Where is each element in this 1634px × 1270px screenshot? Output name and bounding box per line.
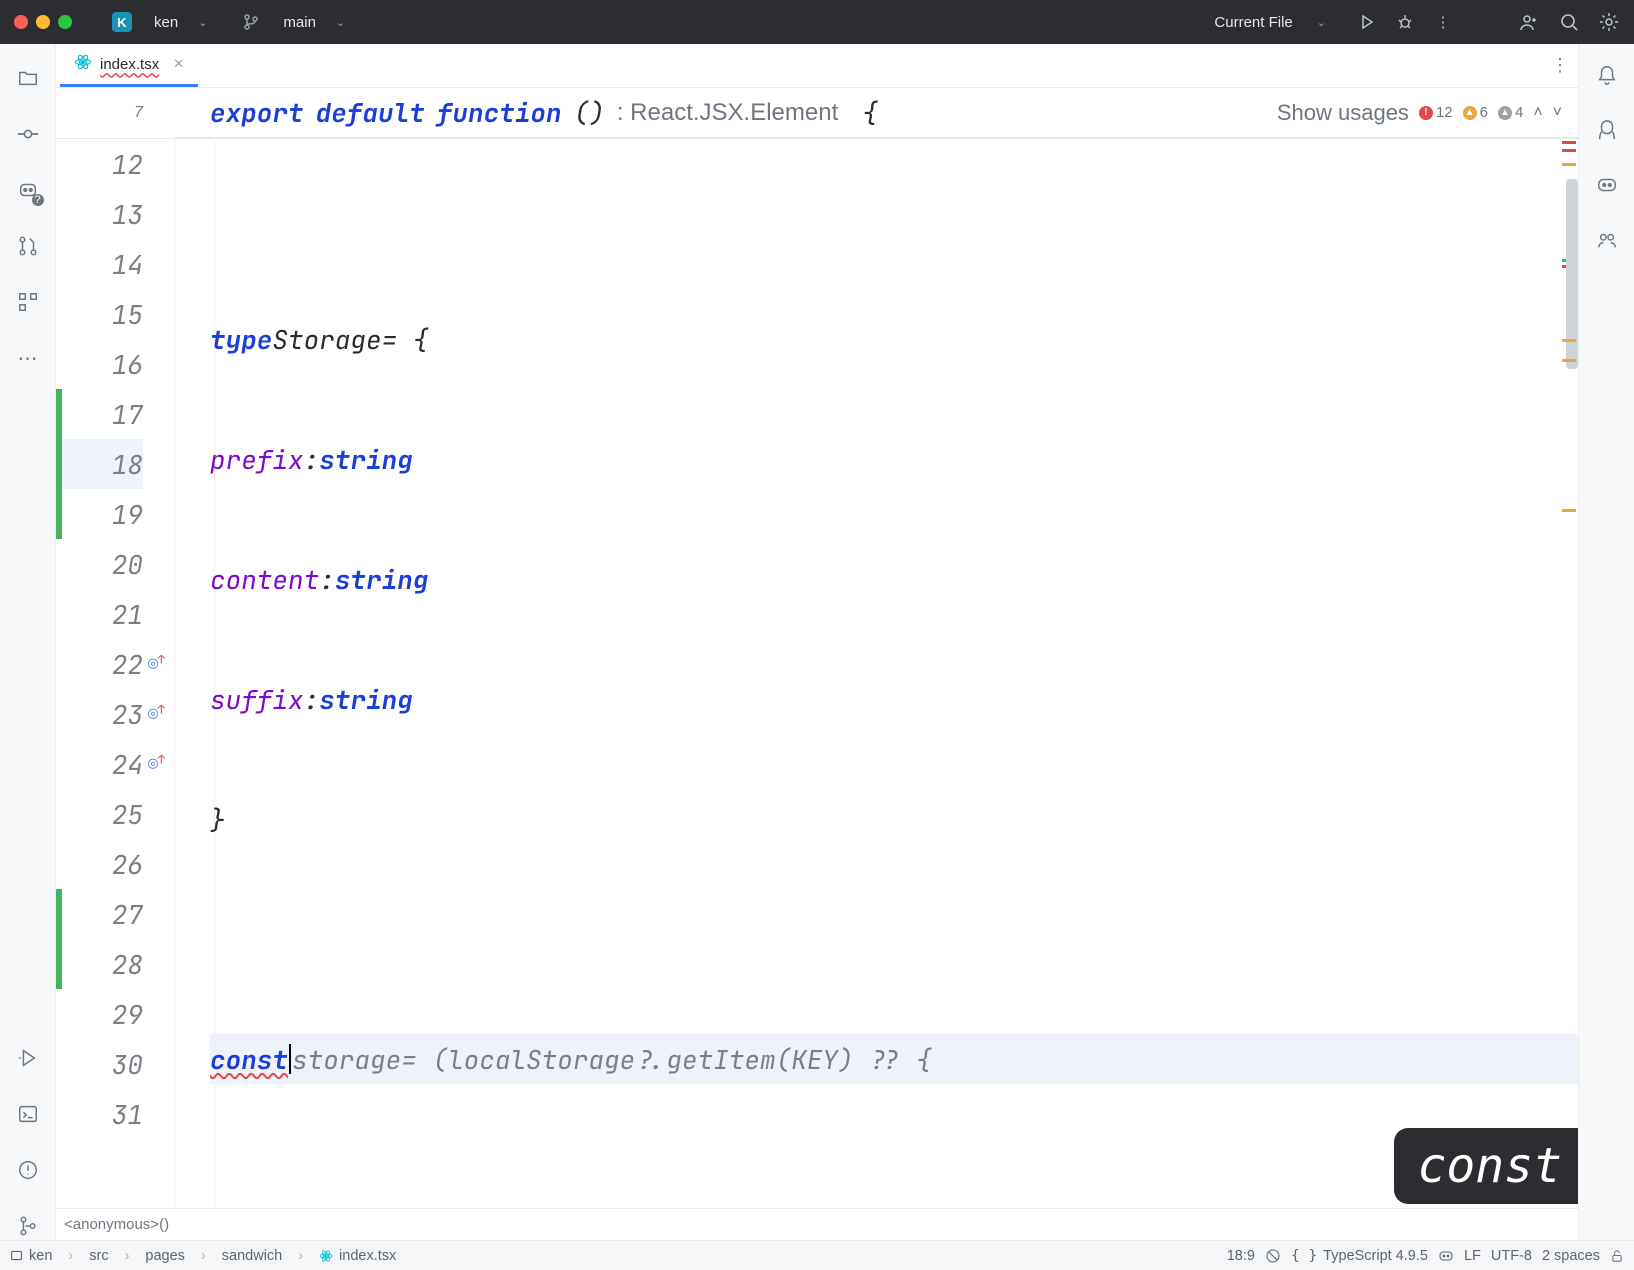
path-segment[interactable]: pages — [145, 1248, 185, 1264]
readonly-toggle-icon[interactable] — [1265, 1248, 1281, 1264]
copilot-icon[interactable] — [1596, 174, 1618, 201]
caret-position[interactable]: 18:9 — [1227, 1248, 1255, 1264]
project-chevron-icon[interactable]: ⌄ — [198, 16, 207, 29]
project-badge[interactable]: K — [112, 12, 132, 32]
vcs-tool-icon[interactable] — [14, 1212, 42, 1240]
vcs-branch-name[interactable]: main — [283, 14, 316, 31]
prev-highlight-icon[interactable]: ˄ — [1533, 104, 1542, 122]
indent-status[interactable]: 2 spaces — [1542, 1248, 1600, 1264]
debug-icon[interactable] — [1394, 11, 1416, 33]
run-icon[interactable] — [1356, 11, 1378, 33]
path-segment[interactable]: ken — [10, 1248, 52, 1264]
project-tool-icon[interactable] — [14, 64, 42, 92]
code-editor[interactable]: type Storage = { prefix: string content:… — [174, 139, 1578, 1208]
left-tool-strip: ? ⋯ — [0, 44, 56, 1240]
vcs-branch-icon[interactable] — [243, 14, 259, 30]
parens: () — [574, 95, 605, 130]
kw-export: export — [210, 95, 304, 130]
structure-tool-icon[interactable] — [14, 288, 42, 316]
text-caret — [289, 1044, 291, 1074]
weak-warnings-badge[interactable]: ▲4 — [1498, 104, 1523, 121]
add-user-icon[interactable] — [1518, 11, 1540, 33]
branch-chevron-icon[interactable]: ⌄ — [336, 16, 345, 29]
warnings-badge[interactable]: ▲6 — [1463, 104, 1488, 121]
ai-assistant-icon[interactable] — [1596, 119, 1618, 146]
context-breadcrumb[interactable]: <anonymous>() — [56, 1208, 1578, 1240]
close-window-icon[interactable] — [14, 15, 28, 29]
kw-default: default — [316, 95, 425, 130]
copilot-tool-icon[interactable]: ? — [14, 176, 42, 204]
line-separator[interactable]: LF — [1464, 1248, 1481, 1264]
statusbar: ken src pages sandwich index.tsx 18:9 { … — [0, 1240, 1634, 1270]
tab-label: index.tsx — [100, 56, 159, 73]
show-usages-link[interactable]: Show usages — [1277, 100, 1409, 126]
window-traffic-lights — [14, 15, 72, 29]
run-tool-icon[interactable] — [14, 1044, 42, 1072]
sticky-line-number: 7 — [134, 104, 143, 122]
ai-suggestion-icon[interactable]: ◎↑ — [148, 754, 165, 775]
close-tab-icon[interactable]: ✕ — [173, 56, 184, 72]
path-segment[interactable]: sandwich — [222, 1248, 282, 1264]
terminal-tool-icon[interactable] — [14, 1100, 42, 1128]
inline-completion-tooltip: const — [1394, 1128, 1579, 1204]
project-name[interactable]: ken — [154, 14, 178, 31]
errors-badge[interactable]: !12 — [1419, 104, 1453, 121]
error-stripe[interactable] — [1560, 139, 1578, 1208]
more-tools-icon[interactable]: ⋯ — [14, 344, 42, 372]
run-configuration[interactable]: Current File — [1214, 14, 1292, 31]
ai-suggestion-icon[interactable]: ◎↑ — [148, 704, 165, 725]
pull-requests-tool-icon[interactable] — [14, 232, 42, 260]
tab-index-tsx[interactable]: index.tsx ✕ — [60, 44, 198, 87]
brace-open: { — [862, 95, 878, 130]
minimize-window-icon[interactable] — [36, 15, 50, 29]
path-segment[interactable]: src — [89, 1248, 108, 1264]
notifications-icon[interactable] — [1596, 64, 1618, 91]
ai-suggestion-icon[interactable]: ◎↑ — [148, 654, 165, 675]
return-type-hint: : React.JSX.Element — [617, 99, 838, 127]
editor-gutter[interactable]: 12 13 14 15 16 17 18 19 20 21 22 ◎↑ 23 ◎… — [56, 139, 174, 1208]
commit-tool-icon[interactable] — [14, 120, 42, 148]
react-file-icon — [74, 53, 92, 76]
kw-function: function — [437, 95, 562, 130]
copilot-status-icon[interactable] — [1438, 1248, 1454, 1264]
code-with-me-icon[interactable] — [1596, 229, 1618, 256]
run-config-chevron-icon[interactable]: ⌄ — [1317, 16, 1326, 29]
file-encoding[interactable]: UTF-8 — [1491, 1248, 1532, 1264]
zoom-window-icon[interactable] — [58, 15, 72, 29]
search-icon[interactable] — [1558, 11, 1580, 33]
more-vertical-icon[interactable]: ⋮ — [1432, 11, 1454, 33]
settings-gear-icon[interactable] — [1598, 11, 1620, 33]
right-tool-strip — [1578, 44, 1634, 1240]
path-segment[interactable]: index.tsx — [319, 1248, 396, 1264]
titlebar: K ken ⌄ main ⌄ Current File ⌄ ⋮ — [0, 0, 1634, 44]
next-highlight-icon[interactable]: ˅ — [1553, 104, 1562, 122]
readonly-lock-icon[interactable] — [1610, 1249, 1624, 1263]
language-status[interactable]: { }TypeScript 4.9.5 — [1291, 1248, 1428, 1264]
problems-tool-icon[interactable] — [14, 1156, 42, 1184]
editor-more-icon[interactable]: ⋮ — [1542, 44, 1578, 87]
editor-tabbar: index.tsx ✕ ⋮ — [56, 44, 1578, 88]
